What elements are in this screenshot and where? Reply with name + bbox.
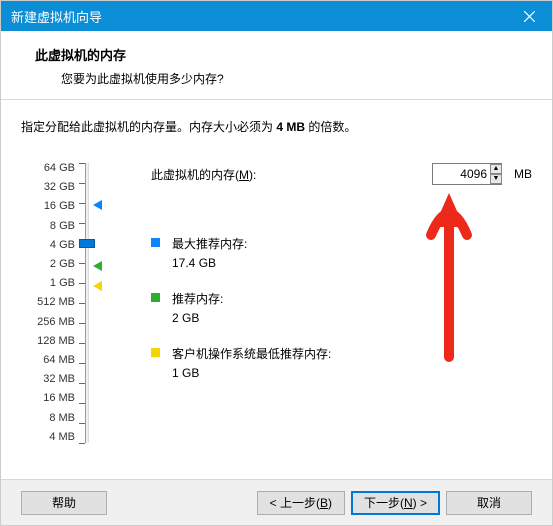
next-button[interactable]: 下一步(N) > xyxy=(351,491,440,515)
slider-tick-label: 128 MB xyxy=(21,336,75,347)
wizard-window: 新建虚拟机向导 此虚拟机的内存 您要为此虚拟机使用多少内存? 指定分配给此虚拟机… xyxy=(0,0,553,526)
square-icon-green xyxy=(151,293,160,302)
window-title: 新建虚拟机向导 xyxy=(11,7,102,26)
slider-tick-label: 8 GB xyxy=(21,221,75,232)
content-area: 指定分配给此虚拟机的内存量。内存大小必须为 4 MB 的倍数。 64 GB 32 … xyxy=(1,100,552,479)
slider-tick-label: 64 MB xyxy=(21,355,75,366)
spinner-up[interactable]: ▲ xyxy=(490,164,502,174)
slider-tick-labels: 64 GB 32 GB 16 GB 8 GB 4 GB 2 GB 1 GB 512 MB 256… xyxy=(21,163,75,443)
slider-tick-label: 1 GB xyxy=(21,278,75,289)
slider-column: 64 GB 32 GB 16 GB 8 GB 4 GB 2 GB 1 GB 512 MB 256… xyxy=(21,163,121,443)
main-row: 64 GB 32 GB 16 GB 8 GB 4 GB 2 GB 1 GB 512 MB 256… xyxy=(21,163,532,443)
slider-tick-label: 4 MB xyxy=(21,432,75,443)
rec-min-value: 1 GB xyxy=(172,366,331,380)
close-icon xyxy=(524,11,535,22)
square-icon-blue xyxy=(151,238,160,247)
slider-thumb[interactable] xyxy=(79,239,95,248)
rec-min-block: 客户机操作系统最低推荐内存: 1 GB xyxy=(151,345,532,380)
slider-tick-label: 16 MB xyxy=(21,393,75,404)
memory-slider[interactable] xyxy=(75,163,115,443)
rec-max-label: 最大推荐内存: xyxy=(172,235,247,252)
header-subtitle: 您要为此虚拟机使用多少内存? xyxy=(21,70,532,87)
memory-label: 此虚拟机的内存(M): xyxy=(151,166,256,183)
rec-recommended-block: 推荐内存: 2 GB xyxy=(151,290,532,325)
slider-marker-recommended xyxy=(93,261,102,271)
titlebar: 新建虚拟机向导 xyxy=(1,1,552,31)
rec-min-label: 客户机操作系统最低推荐内存: xyxy=(172,345,331,362)
slider-tick-label: 2 GB xyxy=(21,259,75,270)
slider-tick-label: 256 MB xyxy=(21,317,75,328)
description-text: 指定分配给此虚拟机的内存量。内存大小必须为 4 MB 的倍数。 xyxy=(21,118,532,135)
rec-max-block: 最大推荐内存: 17.4 GB xyxy=(151,235,532,270)
footer: 帮助 < 上一步(B) 下一步(N) > 取消 xyxy=(1,479,552,525)
rec-recommended-label: 推荐内存: xyxy=(172,290,223,307)
close-button[interactable] xyxy=(507,1,552,31)
slider-tick-label: 32 GB xyxy=(21,182,75,193)
cancel-button[interactable]: 取消 xyxy=(446,491,532,515)
slider-tick-label: 8 MB xyxy=(21,413,75,424)
rec-max-value: 17.4 GB xyxy=(172,256,247,270)
slider-tick-label: 64 GB xyxy=(21,163,75,174)
square-icon-yellow xyxy=(151,348,160,357)
help-button[interactable]: 帮助 xyxy=(21,491,107,515)
rec-recommended-value: 2 GB xyxy=(172,311,223,325)
slider-tick-label: 16 GB xyxy=(21,201,75,212)
slider-marker-min xyxy=(93,281,102,291)
spinner-down[interactable]: ▼ xyxy=(490,174,502,184)
slider-tick-label: 32 MB xyxy=(21,374,75,385)
memory-spinner: ▲ ▼ xyxy=(490,164,502,184)
slider-tick-label: 512 MB xyxy=(21,297,75,308)
info-column: 此虚拟机的内存(M): ▲ ▼ MB 最大推荐内存: xyxy=(121,163,532,443)
wizard-header: 此虚拟机的内存 您要为此虚拟机使用多少内存? xyxy=(1,31,552,100)
memory-unit: MB xyxy=(514,167,532,181)
slider-marker-max xyxy=(93,200,102,210)
memory-input-row: 此虚拟机的内存(M): ▲ ▼ MB xyxy=(151,163,532,185)
slider-tick-label: 4 GB xyxy=(21,240,75,251)
memory-input-group: ▲ ▼ MB xyxy=(432,163,532,185)
back-button[interactable]: < 上一步(B) xyxy=(257,491,345,515)
slider-track xyxy=(85,163,89,443)
header-title: 此虚拟机的内存 xyxy=(21,45,532,64)
